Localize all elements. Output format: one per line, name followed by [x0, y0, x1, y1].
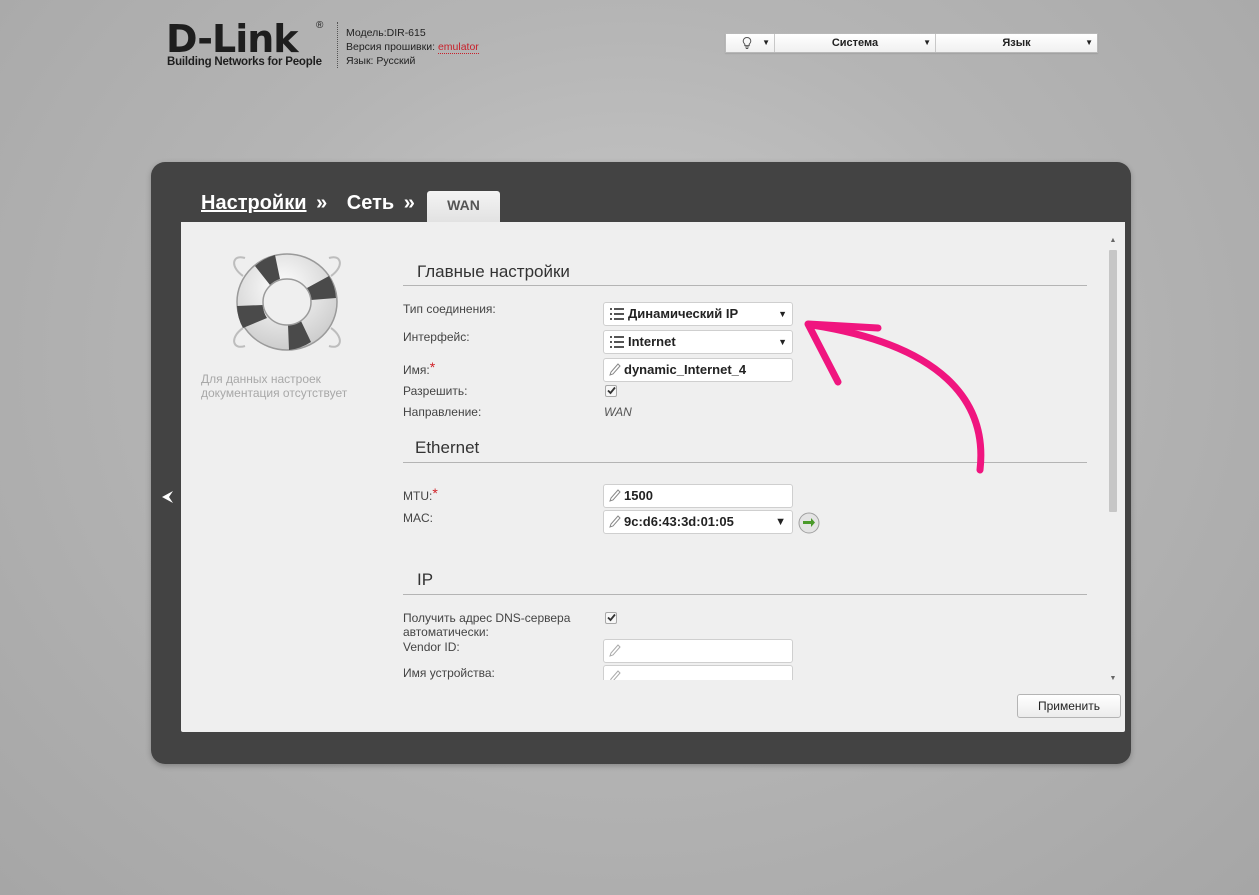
chevron-down-icon: ▼	[778, 337, 787, 347]
apply-mac-arrow-icon[interactable]	[798, 512, 820, 534]
section-title-ip: IP	[417, 570, 434, 589]
logo-registered-mark: ®	[316, 20, 324, 31]
tab-wan[interactable]: WAN	[427, 191, 500, 222]
name-label: Имя:*	[403, 360, 435, 377]
mac-label: MAC:	[403, 511, 433, 525]
breadcrumb-separator: »	[403, 192, 415, 214]
mtu-label: MTU:*	[403, 486, 438, 503]
vendor-id-label: Vendor ID:	[403, 640, 460, 654]
checkmark-icon	[607, 386, 616, 395]
breadcrumb-network[interactable]: Сеть	[347, 192, 394, 215]
connection-type-label: Тип соединения:	[403, 302, 496, 316]
interface-value: Internet	[628, 334, 676, 349]
pencil-icon	[609, 363, 621, 376]
system-menu-label: Система	[831, 37, 879, 49]
scroll-clip	[403, 680, 1103, 694]
direction-label: Направление:	[403, 405, 482, 419]
chevron-down-icon: ▼	[923, 38, 931, 47]
pencil-icon	[609, 489, 621, 502]
vendor-id-input[interactable]	[603, 639, 793, 663]
mac-input[interactable]: 9c:d6:43:3d:01:05 ▼	[603, 510, 793, 534]
section-divider	[403, 285, 1087, 286]
direction-value: WAN	[604, 405, 632, 419]
firmware-row: Версия прошивки: emulator	[346, 40, 479, 54]
name-label-text: Имя:	[403, 363, 430, 377]
connection-type-select[interactable]: Динамический IP ▼	[603, 302, 793, 326]
chevron-down-icon: ▼	[1085, 38, 1093, 47]
logo-wordmark: D-Link	[166, 17, 299, 61]
interface-select[interactable]: Internet ▼	[603, 330, 793, 354]
dns-auto-label: Получить адрес DNS-сервера автоматически…	[403, 611, 571, 639]
annotation-arrow-icon	[804, 320, 985, 474]
section-divider	[403, 594, 1087, 595]
device-model: Модель:DIR-615	[346, 27, 426, 39]
scroll-up-icon[interactable]: ▲	[1108, 236, 1118, 246]
scrollbar-thumb[interactable]	[1109, 250, 1117, 512]
tips-menu[interactable]: ▼	[726, 34, 775, 52]
list-icon	[610, 308, 624, 320]
firmware-link[interactable]: emulator	[437, 41, 479, 54]
enable-checkbox[interactable]	[605, 385, 617, 397]
apply-button[interactable]: Применить	[1017, 694, 1121, 718]
name-input[interactable]: dynamic_Internet_4	[603, 358, 793, 382]
mtu-value: 1500	[624, 488, 653, 503]
enable-label: Разрешить:	[403, 384, 468, 398]
mtu-input[interactable]: 1500	[603, 484, 793, 508]
pencil-icon	[609, 515, 621, 528]
system-menu[interactable]: Система ▼	[775, 34, 936, 52]
firmware-label: Версия прошивки:	[346, 41, 436, 53]
connection-type-value: Динамический IP	[628, 306, 739, 321]
device-language: Язык: Русский	[346, 55, 416, 67]
logo-tagline: Building Networks for People	[167, 56, 322, 68]
chevron-down-icon[interactable]: ▼	[775, 511, 786, 533]
scroll-down-icon[interactable]: ▼	[1108, 674, 1118, 684]
header-divider	[337, 22, 338, 68]
help-text: Для данных настроек документация отсутст…	[201, 372, 348, 400]
chevron-down-icon: ▼	[762, 38, 770, 47]
breadcrumb-separator: »	[316, 192, 328, 214]
name-value: dynamic_Internet_4	[624, 362, 747, 377]
required-mark: *	[432, 485, 438, 501]
mac-value: 9c:d6:43:3d:01:05	[624, 514, 734, 529]
chevron-down-icon: ▼	[778, 309, 787, 319]
top-menu-bar: ▼ Система ▼ Язык ▼	[725, 33, 1098, 53]
dlink-logo: D-Link ® Building Networks for People	[166, 18, 326, 74]
back-arrow-icon[interactable]	[159, 488, 177, 506]
interface-label: Интерфейс:	[403, 330, 470, 344]
scrollbar[interactable]: ▲ ▼	[1106, 234, 1120, 686]
lightbulb-icon	[742, 36, 752, 49]
lifebuoy-icon	[233, 253, 341, 351]
section-title-ethernet: Ethernet	[415, 438, 480, 457]
device-name-label: Имя устройства:	[403, 666, 495, 680]
language-menu-label: Язык	[1002, 37, 1031, 49]
pencil-icon	[609, 644, 621, 657]
mtu-label-text: MTU:	[403, 489, 433, 503]
breadcrumb-settings[interactable]: Настройки	[201, 192, 307, 215]
checkmark-icon	[607, 613, 616, 622]
device-info: Модель:DIR-615 Версия прошивки: emulator…	[346, 26, 479, 68]
list-icon	[610, 336, 624, 348]
section-title-main: Главные настройки	[417, 262, 570, 281]
language-menu[interactable]: Язык ▼	[936, 34, 1097, 52]
breadcrumb: Настройки » Сеть »	[201, 192, 429, 215]
required-mark: *	[429, 359, 436, 375]
dns-auto-checkbox[interactable]	[605, 612, 617, 624]
